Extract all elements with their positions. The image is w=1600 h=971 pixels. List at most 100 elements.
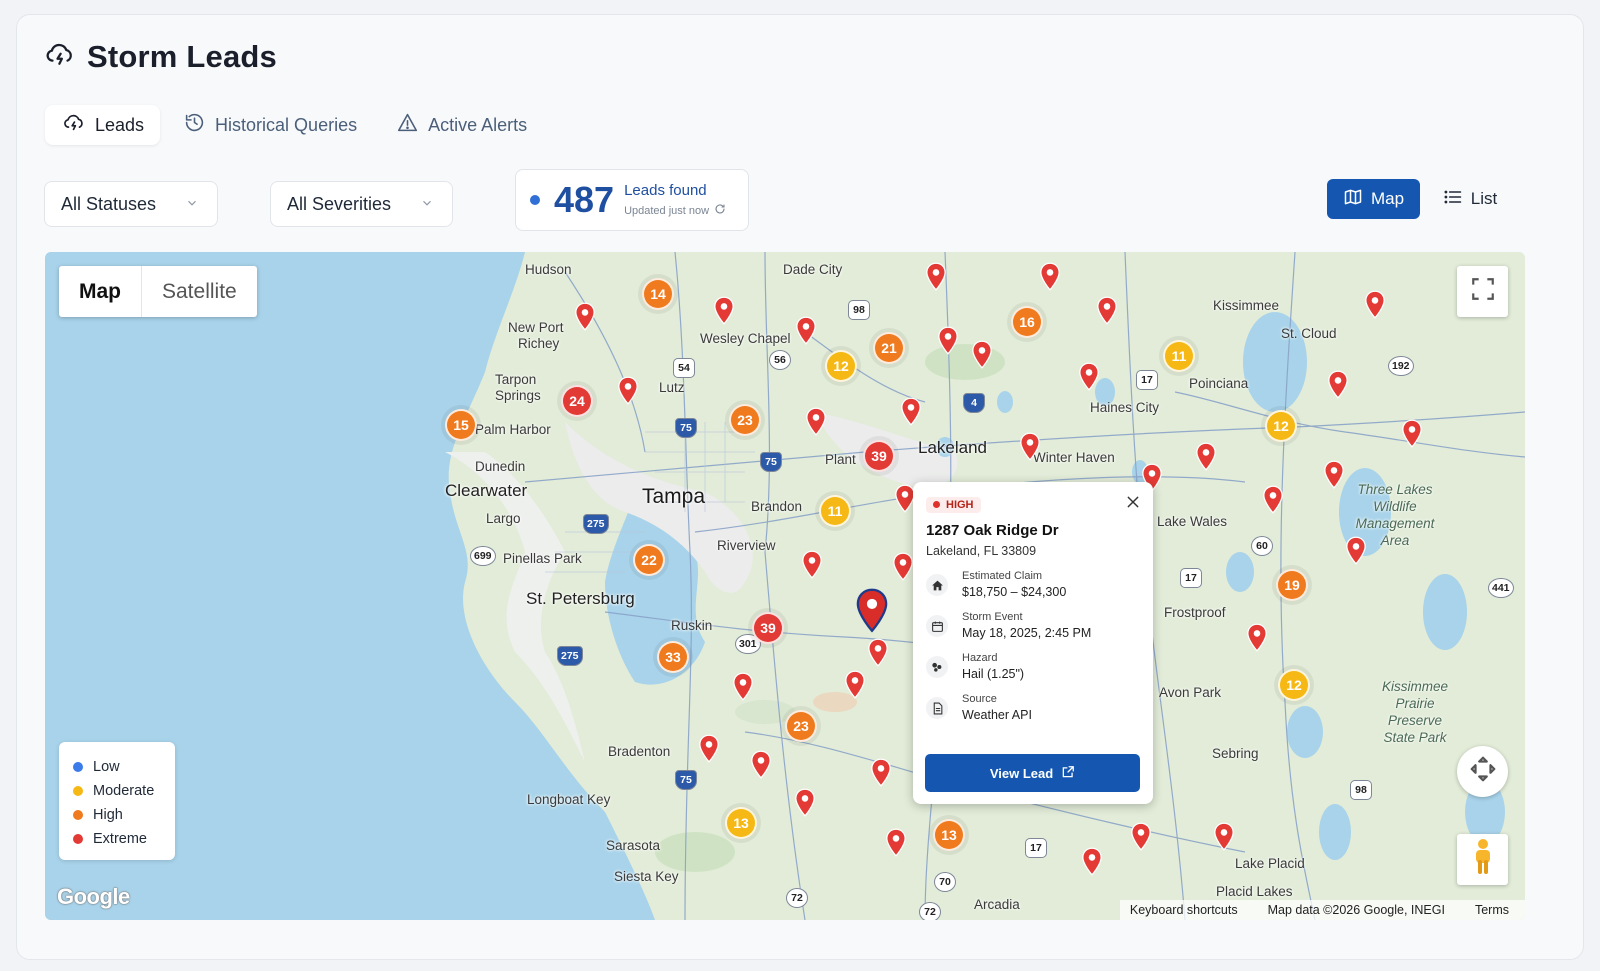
source-detail: Source Weather API — [926, 693, 1140, 722]
lead-pin[interactable] — [925, 262, 947, 292]
lead-pin[interactable] — [805, 407, 827, 437]
lead-pin[interactable] — [574, 302, 596, 332]
lead-pin[interactable] — [1039, 262, 1061, 292]
lead-pin[interactable] — [892, 552, 914, 582]
lead-cluster-marker[interactable]: 33 — [657, 641, 689, 673]
lead-pin[interactable] — [1401, 419, 1423, 449]
lead-pin[interactable] — [844, 670, 866, 700]
status-filter-select[interactable]: All Statuses — [44, 181, 218, 227]
lead-cluster-marker[interactable]: 39 — [752, 612, 784, 644]
lead-cluster-marker[interactable]: 19 — [1276, 569, 1308, 601]
legend-item-high: High — [73, 803, 161, 827]
lead-pin[interactable] — [1323, 460, 1345, 490]
lead-cluster-marker[interactable]: 23 — [729, 404, 761, 436]
severity-badge: HIGH — [926, 496, 981, 513]
map-type-map-button[interactable]: Map — [59, 266, 142, 317]
highway-shield: 54 — [673, 358, 695, 378]
lead-pin[interactable] — [795, 316, 817, 346]
highway-shield: 72 — [919, 902, 941, 920]
lead-cluster-marker[interactable]: 15 — [445, 409, 477, 441]
map-label-tampa: Tampa — [642, 485, 706, 508]
street-view-pegman-button[interactable] — [1457, 834, 1508, 885]
lead-pin[interactable] — [971, 340, 993, 370]
lead-pin[interactable] — [713, 296, 735, 326]
lead-pin[interactable] — [1078, 362, 1100, 392]
highway-shield: 17 — [1136, 370, 1158, 390]
lead-pin[interactable] — [1195, 442, 1217, 472]
refresh-icon[interactable] — [714, 203, 726, 218]
lead-pin[interactable] — [900, 397, 922, 427]
tab-historical-queries[interactable]: Historical Queries — [166, 105, 373, 145]
lead-cluster-marker[interactable]: 24 — [561, 385, 593, 417]
warning-triangle-icon — [397, 112, 418, 138]
lead-pin[interactable] — [1246, 623, 1268, 653]
lead-pin[interactable] — [1327, 370, 1349, 400]
lead-pin[interactable] — [1019, 432, 1041, 462]
lead-pin[interactable] — [794, 788, 816, 818]
lead-cluster-marker[interactable]: 21 — [873, 332, 905, 364]
lead-pin[interactable] — [937, 326, 959, 356]
view-lead-button[interactable]: View Lead — [925, 754, 1140, 792]
lead-cluster-marker[interactable]: 11 — [819, 495, 851, 527]
lead-pin[interactable] — [801, 550, 823, 580]
lead-pin[interactable] — [750, 750, 772, 780]
lead-cluster-marker[interactable]: 12 — [1265, 410, 1297, 442]
lead-info-popup: HIGH 1287 Oak Ridge Dr Lakeland, FL 3380… — [913, 482, 1153, 804]
lead-pin[interactable] — [1213, 822, 1235, 852]
highway-shield: 75 — [675, 418, 697, 438]
lead-pin[interactable] — [1262, 485, 1284, 515]
terms-link[interactable]: Terms — [1475, 903, 1509, 917]
map-label-winter-haven: Winter Haven — [1033, 450, 1115, 465]
map-label-largo: Largo — [486, 511, 521, 526]
legend-item-extreme: Extreme — [73, 827, 161, 851]
highway-shield: 4 — [963, 393, 985, 413]
keyboard-shortcuts-link[interactable]: Keyboard shortcuts — [1130, 903, 1238, 917]
list-view-label: List — [1470, 189, 1498, 208]
map-label-new-port: New Port — [508, 320, 564, 335]
lead-cluster-marker[interactable]: 13 — [933, 819, 965, 851]
lead-cluster-marker[interactable]: 13 — [725, 807, 757, 839]
lead-cluster-marker[interactable]: 12 — [825, 350, 857, 382]
map-label-kissimmee-prairie: Kissimmee Prairie Preserve State Park — [1365, 678, 1465, 746]
lead-pin[interactable] — [1096, 296, 1118, 326]
fullscreen-button[interactable] — [1457, 266, 1508, 317]
map-type-satellite-button[interactable]: Satellite — [142, 266, 257, 317]
lead-pin[interactable] — [1081, 847, 1103, 877]
lead-cluster-marker[interactable]: 11 — [1163, 340, 1195, 372]
selected-lead-pin[interactable] — [855, 588, 889, 634]
lead-cluster-marker[interactable]: 22 — [633, 544, 665, 576]
legend-swatch — [73, 834, 83, 844]
close-icon[interactable] — [1125, 494, 1141, 515]
map-type-control: Map Satellite — [59, 266, 257, 317]
lead-pin[interactable] — [867, 638, 889, 668]
leads-count-label: Leads found — [624, 182, 707, 199]
map-canvas[interactable]: Hudson Dade City Kissimmee New Port Rich… — [45, 252, 1525, 920]
lead-cluster-marker[interactable]: 12 — [1278, 669, 1310, 701]
lead-pin[interactable] — [1345, 536, 1367, 566]
tab-leads[interactable]: Leads — [45, 105, 161, 145]
map-label-longboat-key: Longboat Key — [527, 792, 611, 807]
source-label: Source — [962, 693, 997, 705]
lead-cluster-marker[interactable]: 16 — [1011, 306, 1043, 338]
lead-cluster-marker[interactable]: 23 — [785, 710, 817, 742]
history-icon — [184, 112, 205, 138]
lead-pin[interactable] — [617, 376, 639, 406]
severity-filter-select[interactable]: All Severities — [270, 181, 453, 227]
lead-cluster-marker[interactable]: 39 — [863, 440, 895, 472]
map-view-button[interactable]: Map — [1327, 179, 1420, 219]
lead-cluster-marker[interactable]: 14 — [642, 278, 674, 310]
map-label-kissimmee: Kissimmee — [1213, 298, 1280, 313]
external-link-icon — [1061, 765, 1075, 782]
map-label-siesta-key: Siesta Key — [614, 869, 679, 884]
lead-pin[interactable] — [698, 734, 720, 764]
lead-pin[interactable] — [1130, 822, 1152, 852]
map-label-riverview: Riverview — [717, 538, 776, 553]
lead-city: Lakeland, FL 33809 — [926, 544, 1037, 558]
lead-pin[interactable] — [870, 758, 892, 788]
lead-pin[interactable] — [1364, 290, 1386, 320]
lead-pin[interactable] — [732, 672, 754, 702]
tab-active-alerts[interactable]: Active Alerts — [379, 105, 543, 145]
lead-pin[interactable] — [885, 828, 907, 858]
camera-control-button[interactable] — [1457, 746, 1508, 797]
list-view-button[interactable]: List — [1435, 179, 1505, 219]
